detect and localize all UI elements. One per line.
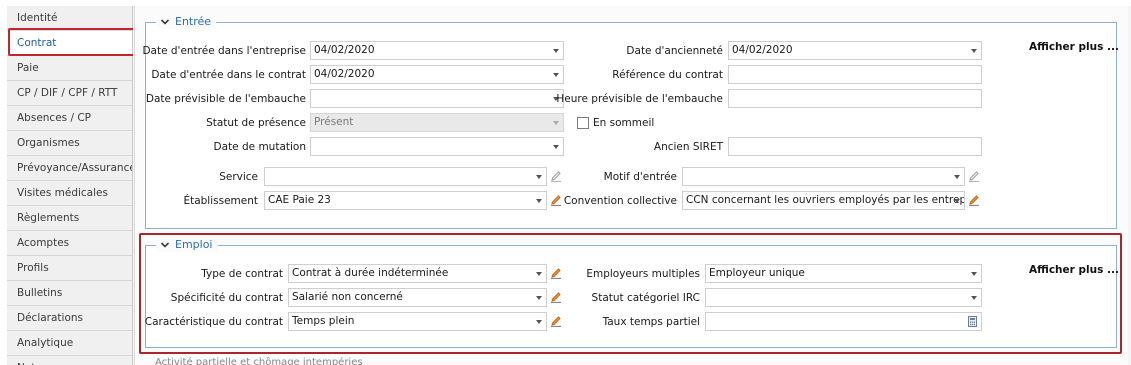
etablissement-label: Établissement [183, 195, 258, 207]
caracteristique-contrat-value: Temps plein [292, 315, 355, 327]
chevron-down-icon[interactable] [160, 17, 170, 27]
reference-contrat-label: Référence du contrat [612, 69, 723, 81]
sidebar-item-contrat[interactable]: Contrat [7, 31, 132, 56]
entree-section-title: Entrée [175, 15, 212, 28]
dropdown-caret-icon[interactable] [954, 199, 960, 203]
pencil-icon[interactable] [550, 267, 562, 279]
sidebar-item-cp-dif-cpf-rtt[interactable]: CP / DIF / CPF / RTT [7, 81, 132, 106]
date-entree-contrat-field[interactable]: 04/02/2020 [310, 65, 564, 84]
reference-contrat-field[interactable] [728, 65, 982, 84]
motif-entree-label: Motif d'entrée [603, 171, 677, 183]
convention-collective-label: Convention collective [563, 195, 677, 207]
chevron-down-icon[interactable] [160, 240, 170, 250]
statut-presence-field: Présent [310, 113, 564, 132]
entree-section-header[interactable]: Entrée [156, 15, 217, 29]
dropdown-caret-icon[interactable] [971, 272, 977, 276]
dropdown-caret-icon [553, 121, 559, 125]
sidebar-item-declarations[interactable]: Déclarations [7, 306, 132, 331]
motif-entree-field[interactable] [682, 167, 965, 186]
dropdown-caret-icon[interactable] [954, 175, 960, 179]
pencil-icon[interactable] [550, 291, 562, 303]
type-contrat-value: Contrat à durée indéterminée [292, 267, 449, 279]
dropdown-caret-icon[interactable] [536, 320, 542, 324]
next-section-label: Activité partielle et chômage intempérie… [155, 357, 363, 365]
dropdown-caret-icon[interactable] [971, 296, 977, 300]
sidebar-item-acomptes[interactable]: Acomptes [7, 231, 132, 256]
specificite-contrat-label: Spécificité du contrat [170, 292, 283, 304]
date-anciennete-label: Date d'ancienneté [626, 45, 723, 57]
caracteristique-contrat-field[interactable]: Temps plein [288, 312, 547, 331]
sidebar-item-profils[interactable]: Profils [7, 256, 132, 281]
pencil-icon[interactable] [968, 170, 980, 182]
date-previsible-embauche-field[interactable] [310, 89, 564, 108]
statut-categoriel-irc-label: Statut catégoriel IRC [591, 292, 700, 304]
specificite-contrat-value: Salarié non concerné [292, 291, 403, 303]
sidebar-item-notes[interactable]: Notes [7, 356, 132, 365]
type-contrat-label: Type de contrat [201, 268, 283, 280]
entree-afficher-plus-link[interactable]: Afficher plus ... [1029, 41, 1119, 53]
emploi-section-title: Emploi [175, 238, 213, 251]
sidebar-item-reglements[interactable]: Règlements [7, 206, 132, 231]
sidebar-nav: Identité Contrat Paie CP / DIF / CPF / R… [7, 6, 133, 365]
statut-presence-label: Statut de présence [206, 117, 306, 129]
service-label: Service [219, 171, 258, 183]
date-entree-contrat-label: Date d'entrée dans le contrat [151, 69, 306, 81]
date-mutation-field[interactable] [310, 137, 564, 156]
dropdown-caret-icon[interactable] [536, 199, 542, 203]
date-entree-contrat-value: 04/02/2020 [314, 68, 375, 80]
date-entree-entreprise-label: Date d'entrée dans l'entreprise [142, 45, 306, 57]
heure-previsible-embauche-label: Heure prévisible de l'embauche [556, 93, 723, 105]
employeurs-multiples-label: Employeurs multiples [586, 268, 700, 280]
employeurs-multiples-field[interactable]: Employeur unique [705, 264, 982, 283]
date-anciennete-field[interactable]: 04/02/2020 [728, 41, 982, 60]
etablissement-value: CAE Paie 23 [268, 194, 331, 206]
employeurs-multiples-value: Employeur unique [709, 267, 805, 279]
dropdown-caret-icon[interactable] [536, 296, 542, 300]
ancien-siret-field[interactable] [728, 137, 982, 156]
dropdown-caret-icon[interactable] [536, 272, 542, 276]
service-field[interactable] [264, 167, 547, 186]
dropdown-caret-icon[interactable] [553, 73, 559, 77]
convention-collective-value: CCN concernant les ouvriers employés par… [686, 194, 965, 206]
caracteristique-contrat-label: Caractéristique du contrat [144, 316, 283, 328]
dropdown-caret-icon[interactable] [536, 175, 542, 179]
emploi-section-header[interactable]: Emploi [156, 238, 218, 252]
type-contrat-field[interactable]: Contrat à durée indéterminée [288, 264, 547, 283]
en-sommeil-label: En sommeil [593, 117, 655, 129]
ancien-siret-label: Ancien SIRET [653, 141, 723, 153]
sidebar-item-absences-cp[interactable]: Absences / CP [7, 106, 132, 131]
dropdown-caret-icon[interactable] [971, 49, 977, 53]
date-anciennete-value: 04/02/2020 [732, 44, 793, 56]
heure-previsible-embauche-field[interactable] [728, 89, 982, 108]
etablissement-field[interactable]: CAE Paie 23 [264, 191, 547, 210]
calculator-icon[interactable] [968, 316, 977, 327]
emploi-afficher-plus-link[interactable]: Afficher plus ... [1029, 264, 1119, 276]
statut-categoriel-irc-field[interactable] [705, 288, 982, 307]
pencil-icon[interactable] [968, 194, 980, 206]
taux-temps-partiel-label: Taux temps partiel [602, 316, 700, 328]
sidebar-item-bulletins[interactable]: Bulletins [7, 281, 132, 306]
pencil-icon[interactable] [550, 315, 562, 327]
sidebar-item-visites-medicales[interactable]: Visites médicales [7, 181, 132, 206]
dropdown-caret-icon[interactable] [553, 145, 559, 149]
dropdown-caret-icon[interactable] [553, 49, 559, 53]
en-sommeil-checkbox[interactable] [577, 117, 589, 129]
sidebar-item-prevoyance-assurance[interactable]: Prévoyance/Assurance [7, 156, 132, 181]
pencil-icon[interactable] [550, 170, 562, 182]
sidebar-item-identite[interactable]: Identité [7, 6, 132, 31]
sidebar-item-analytique[interactable]: Analytique [7, 331, 132, 356]
date-previsible-embauche-label: Date prévisible de l'embauche [145, 93, 306, 105]
specificite-contrat-field[interactable]: Salarié non concerné [288, 288, 547, 307]
sidebar-item-organismes[interactable]: Organismes [7, 131, 132, 156]
convention-collective-field[interactable]: CCN concernant les ouvriers employés par… [682, 191, 965, 210]
pencil-icon[interactable] [550, 194, 562, 206]
sidebar-item-paie[interactable]: Paie [7, 56, 132, 81]
statut-presence-value: Présent [314, 116, 354, 128]
date-mutation-label: Date de mutation [213, 141, 306, 153]
taux-temps-partiel-field[interactable] [705, 312, 982, 331]
date-entree-entreprise-value: 04/02/2020 [314, 44, 375, 56]
date-entree-entreprise-field[interactable]: 04/02/2020 [310, 41, 564, 60]
